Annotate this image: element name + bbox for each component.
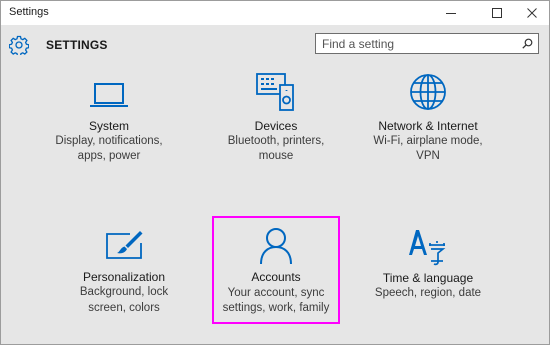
tile-network-internet[interactable]: Network & Internet Wi-Fi, airplane mode,… xyxy=(364,71,492,179)
tile-title: Network & Internet xyxy=(378,119,478,133)
tile-title: Personalization xyxy=(82,270,166,284)
page-title: SETTINGS xyxy=(46,38,108,52)
tile-time-language[interactable]: Time & language Speech, region, date xyxy=(364,223,492,331)
laptop-icon xyxy=(45,75,173,113)
tile-title: Accounts xyxy=(251,270,301,284)
search-icon[interactable] xyxy=(522,38,533,49)
tile-description: mouse xyxy=(258,150,294,162)
search-input[interactable] xyxy=(316,34,522,53)
minimize-button[interactable] xyxy=(435,1,467,25)
tile-accounts[interactable]: Accounts Your account, sync settings, wo… xyxy=(212,216,340,324)
search-box[interactable] xyxy=(315,33,539,54)
tile-description: Your account, sync xyxy=(227,287,325,299)
window-title: Settings xyxy=(9,6,49,18)
paintbrush-icon xyxy=(60,229,188,267)
gear-icon xyxy=(9,35,29,55)
close-icon xyxy=(527,8,537,18)
tile-title: Devices xyxy=(254,119,298,133)
tile-system[interactable]: System Display, notifications, apps, pow… xyxy=(45,71,173,179)
maximize-icon xyxy=(492,8,502,18)
devices-icon xyxy=(212,71,340,111)
title-bar[interactable]: Settings xyxy=(1,1,549,25)
tile-description: Background, lock xyxy=(79,286,169,298)
close-button[interactable] xyxy=(516,1,548,25)
time-language-icon xyxy=(364,227,492,266)
tile-title: Time & language xyxy=(382,271,474,285)
tile-description: Display, notifications, xyxy=(55,135,163,147)
tile-title: System xyxy=(88,119,129,133)
settings-window: Settings SETTINGS Find a setting System … xyxy=(0,0,550,345)
tile-description: Bluetooth, printers, xyxy=(227,135,325,147)
tile-description: settings, work, family xyxy=(222,302,330,314)
globe-icon xyxy=(364,71,492,110)
tile-description: Speech, region, date xyxy=(374,287,482,299)
person-icon xyxy=(214,226,338,265)
maximize-button[interactable] xyxy=(481,1,513,25)
tile-description: VPN xyxy=(416,150,440,162)
tile-personalization[interactable]: Personalization Background, lock screen,… xyxy=(60,223,188,331)
tile-description: apps, power xyxy=(77,150,141,162)
tile-devices[interactable]: Devices Bluetooth, printers, mouse xyxy=(212,71,340,179)
tile-description: screen, colors xyxy=(88,302,160,314)
tile-description: Wi-Fi, airplane mode, xyxy=(373,135,483,147)
minimize-icon xyxy=(446,13,456,14)
